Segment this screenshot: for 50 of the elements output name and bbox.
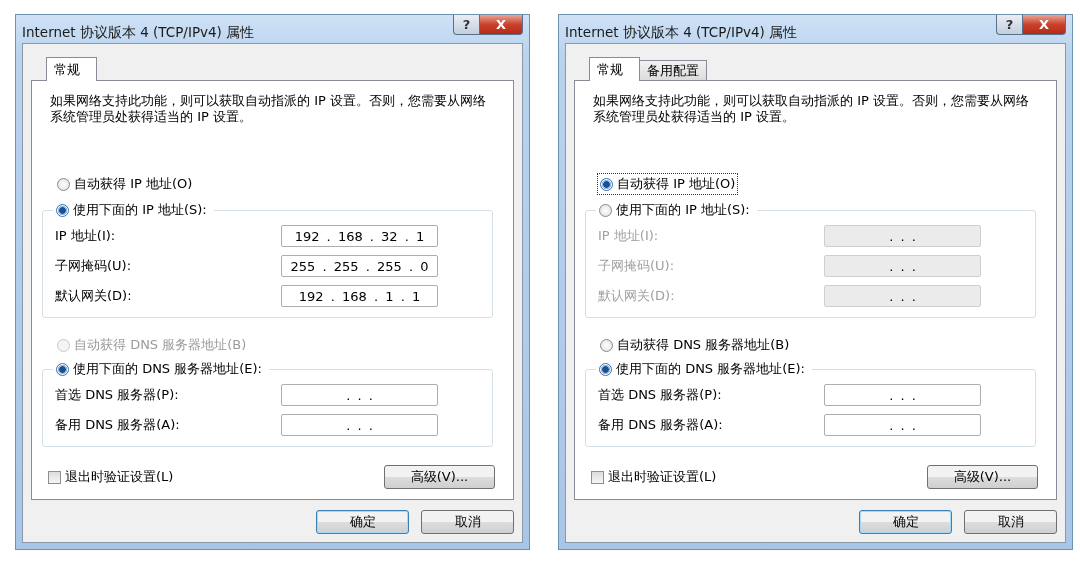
- radio-option[interactable]: 使用下面的 DNS 服务器地址(E):: [53, 358, 265, 380]
- field-label: IP 地址(I):: [55, 227, 116, 245]
- field-label: 备用 DNS 服务器(A):: [598, 416, 723, 434]
- radio-button-icon[interactable]: [600, 177, 613, 191]
- radio-option[interactable]: 使用下面的 IP 地址(S):: [596, 199, 753, 221]
- cancel-button[interactable]: 取消: [964, 510, 1057, 534]
- radio-option[interactable]: 自动获得 IP 地址(O): [597, 173, 739, 195]
- window-title: Internet 协议版本 4 (TCP/IPv4) 属性: [565, 24, 798, 42]
- field-label: 子网掩码(U):: [598, 257, 675, 275]
- tab[interactable]: 备用配置: [639, 60, 707, 80]
- radio-option[interactable]: 使用下面的 IP 地址(S):: [53, 199, 210, 221]
- tab[interactable]: 常规: [589, 57, 640, 81]
- radio-button-icon[interactable]: [599, 362, 612, 376]
- ip-address-field[interactable]: . . .: [281, 414, 438, 436]
- close-button[interactable]: X: [480, 15, 523, 35]
- advanced-button[interactable]: 高级(V)...: [927, 465, 1038, 489]
- ip-address-field[interactable]: 255 . 255 . 255 . 0: [281, 255, 438, 277]
- radio-button-icon[interactable]: [599, 203, 612, 217]
- ip-address-field[interactable]: . . .: [281, 384, 438, 406]
- window-title: Internet 协议版本 4 (TCP/IPv4) 属性: [22, 24, 255, 42]
- advanced-button[interactable]: 高级(V)...: [384, 465, 495, 489]
- radio-button-icon[interactable]: [56, 362, 69, 376]
- field-label: 备用 DNS 服务器(A):: [55, 416, 180, 434]
- ip-address-field[interactable]: 192 . 168 . 1 . 1: [281, 285, 438, 307]
- close-button[interactable]: X: [1023, 15, 1066, 35]
- tab[interactable]: 常规: [46, 57, 97, 81]
- ip-address-field[interactable]: . . .: [824, 384, 981, 406]
- help-button[interactable]: ?: [453, 15, 480, 35]
- radio-option[interactable]: 使用下面的 DNS 服务器地址(E):: [596, 358, 808, 380]
- ok-button[interactable]: 确定: [859, 510, 952, 534]
- field-label: 子网掩码(U):: [55, 257, 132, 275]
- checkbox-option[interactable]: 退出时验证设置(L): [591, 468, 717, 486]
- ok-button[interactable]: 确定: [316, 510, 409, 534]
- checkbox-option[interactable]: 退出时验证设置(L): [48, 468, 174, 486]
- ip-address-field[interactable]: 192 . 168 . 32 . 1: [281, 225, 438, 247]
- radio-option[interactable]: 自动获得 DNS 服务器地址(B): [597, 334, 793, 356]
- help-button[interactable]: ?: [996, 15, 1023, 35]
- radio-button-icon[interactable]: [57, 177, 70, 191]
- cancel-button[interactable]: 取消: [421, 510, 514, 534]
- field-label: IP 地址(I):: [598, 227, 659, 245]
- ip-address-field[interactable]: . . .: [824, 414, 981, 436]
- field-label: 默认网关(D):: [55, 287, 132, 305]
- radio-button-icon[interactable]: [600, 338, 613, 352]
- description-text: 如果网络支持此功能，则可以获取自动指派的 IP 设置。否则，您需要从网络系统管理员处获得适当的 IP 设置。: [50, 93, 487, 125]
- field-label: 首选 DNS 服务器(P):: [55, 386, 179, 404]
- description-text: 如果网络支持此功能，则可以获取自动指派的 IP 设置。否则，您需要从网络系统管理员处获得适当的 IP 设置。: [593, 93, 1030, 125]
- field-label: 默认网关(D):: [598, 287, 675, 305]
- field-label: 首选 DNS 服务器(P):: [598, 386, 722, 404]
- radio-option[interactable]: 自动获得 IP 地址(O): [54, 173, 196, 195]
- radio-button-icon[interactable]: [56, 203, 69, 217]
